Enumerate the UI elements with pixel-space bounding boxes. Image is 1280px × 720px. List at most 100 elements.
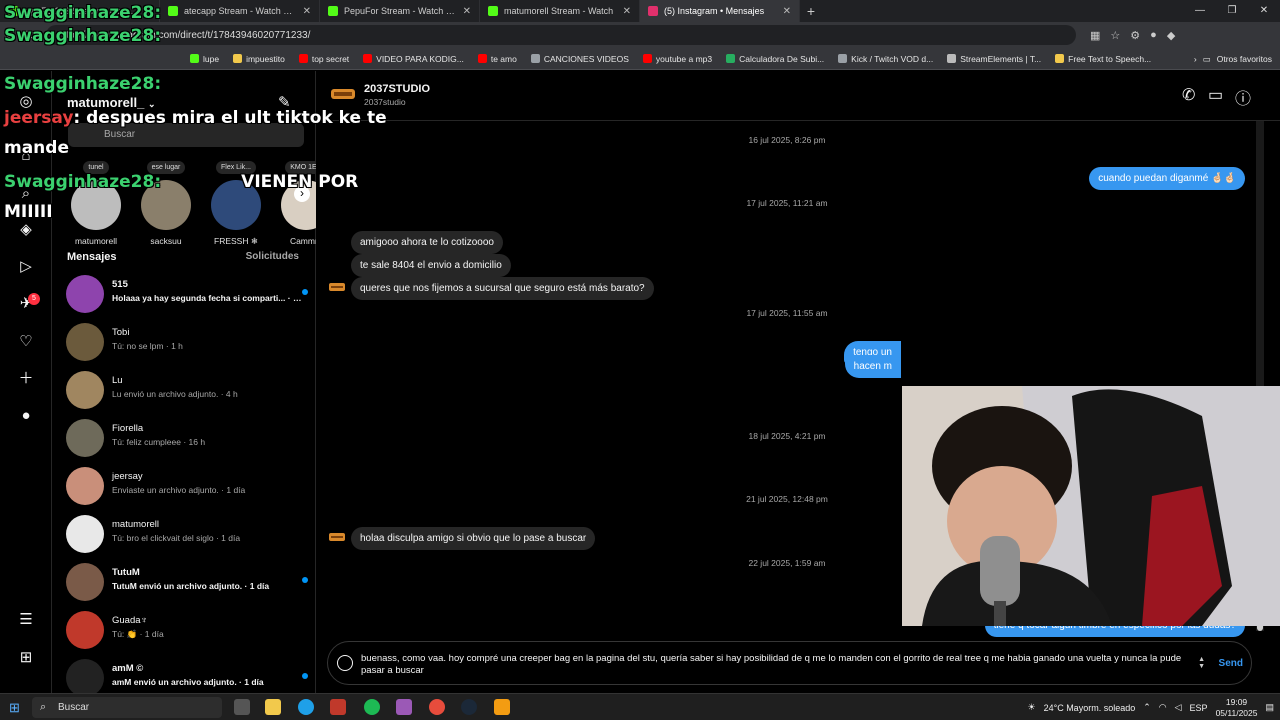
bookmark-item[interactable]: CANCIONES VIDEOS	[530, 54, 629, 64]
spotify-icon[interactable]	[364, 699, 380, 715]
bookmark-icon	[642, 54, 652, 63]
send-button[interactable]: Send	[1219, 658, 1243, 669]
wifi-icon[interactable]: ◠	[1159, 702, 1167, 713]
obs-icon[interactable]	[429, 699, 445, 715]
studio-logo-icon[interactable]	[331, 88, 355, 100]
conversation-name: TutuM	[112, 567, 140, 578]
conversation-row[interactable]: Lu Lu envió un archivo adjunto. · 4 h	[66, 369, 306, 417]
message-composer[interactable]: buenass, como vaa. hoy compré una creepe…	[327, 641, 1252, 685]
conversation-separator: ·	[163, 341, 172, 351]
taskbar-search[interactable]: ⌕ Buscar	[32, 697, 222, 718]
explore-icon[interactable]: ◈	[17, 221, 35, 239]
new-tab-button[interactable]: +	[800, 3, 822, 19]
profile-icon[interactable]: ●	[1150, 29, 1157, 42]
sender-avatar-icon[interactable]	[329, 283, 345, 291]
note-item[interactable]: ese lugar sacksuu	[136, 156, 196, 246]
tray-chevron-icon[interactable]: ⌃	[1143, 702, 1151, 713]
browser-tab[interactable]: (5) Instagram • Mensajes ✕	[640, 0, 800, 22]
close-tab-icon[interactable]: ✕	[783, 6, 791, 17]
note-item[interactable]: Flex Lik... FRESSH ❄	[206, 156, 266, 246]
bookmark-item[interactable]: impuestito	[233, 54, 285, 64]
extensions-icon[interactable]: ⚙	[1130, 29, 1140, 42]
bookmark-item[interactable]: top secret	[298, 54, 349, 64]
apps-icon[interactable]: ▦	[1090, 29, 1100, 42]
language-indicator[interactable]: ESP	[1190, 703, 1208, 713]
bookmark-item[interactable]: Free Text to Speech...	[1055, 54, 1151, 64]
bookmark-label: StreamElements | T...	[960, 53, 1042, 64]
steam-icon[interactable]	[461, 699, 477, 715]
create-icon[interactable]: ＋	[17, 370, 35, 388]
menu-icon[interactable]: ☰	[17, 611, 35, 629]
conversation-separator: ·	[180, 437, 189, 447]
emoji-icon[interactable]	[337, 655, 353, 671]
threads-icon[interactable]: ⊞	[17, 649, 35, 667]
star-icon[interactable]: ☆	[1110, 29, 1120, 42]
message-bubble-incoming[interactable]: queres que nos fijemos a sucursal que se…	[351, 277, 654, 300]
conversation-row[interactable]: TutuM TutuM envió un archivo adjunto. · 1…	[66, 561, 308, 609]
conversation-avatar	[66, 611, 104, 649]
browser-tab[interactable]: PepuFor Stream - Watch Live ✕	[320, 0, 480, 22]
more-bookmarks-icon[interactable]: ›	[1194, 54, 1197, 64]
conversation-row[interactable]: Tobi Tú: no se lpm · 1 h	[66, 321, 306, 369]
chat-name[interactable]: 2037STUDIO	[364, 83, 430, 95]
task-view-icon[interactable]	[234, 699, 250, 715]
browser-tab[interactable]: atecapp Stream - Watch Live ✕	[160, 0, 320, 22]
overlay-chat-line: MIIIII	[4, 202, 53, 222]
bookmark-item[interactable]: te amo	[477, 54, 517, 64]
conversation-row[interactable]: Guada♆ Tú: 👏 · 1 día	[66, 609, 306, 657]
profile-avatar-icon[interactable]: ●	[17, 407, 35, 425]
conversation-row[interactable]: jeersay Enviaste un archivo adjunto. · 1 …	[66, 465, 306, 513]
bookmark-item[interactable]: youtube a mp3	[642, 54, 712, 64]
conversation-row[interactable]: matumorell Tú: bro el clickvait del siglo…	[66, 513, 306, 561]
app-icon-orange[interactable]	[494, 699, 510, 715]
clock[interactable]: 19:09 05/11/2025	[1216, 697, 1258, 719]
message-bubble-outgoing[interactable]: hacen m	[844, 355, 901, 378]
browser-tab[interactable]: matumorell Stream - Watch ✕	[480, 0, 640, 22]
weather-text[interactable]: 24°C Mayorm. soleado	[1044, 703, 1136, 713]
close-tab-icon[interactable]: ✕	[463, 6, 471, 17]
capcut-icon[interactable]	[396, 699, 412, 715]
conversation-row[interactable]: Fiorella Tú: feliz cumpleee · 16 h	[66, 417, 306, 465]
requests-link[interactable]: Solicitudes	[246, 251, 299, 262]
note-item[interactable]: KMO 1ENCammm	[276, 156, 316, 246]
bookmark-item[interactable]: lupe	[190, 54, 219, 64]
message-bubble-outgoing[interactable]: cuando puedan diganmé 🤞🏻🤞🏻	[1089, 167, 1245, 190]
volume-icon[interactable]: ◁	[1175, 702, 1182, 713]
phone-icon[interactable]: ✆	[1182, 85, 1195, 105]
note-item[interactable]: tunel matumorell	[66, 156, 126, 246]
windows-start-icon[interactable]: ⊞	[9, 700, 20, 716]
sender-avatar-icon[interactable]	[329, 533, 345, 541]
window-controls: — ❐ ✕	[1184, 0, 1280, 22]
url-input[interactable]: https://www.instagram.com/direct/t/17843…	[46, 25, 1076, 45]
minimize-button[interactable]: —	[1184, 0, 1216, 22]
conversation-preview: Enviaste un archivo adjunto. · 1 día	[112, 485, 302, 495]
maximize-button[interactable]: ❐	[1216, 0, 1248, 22]
unread-dot	[302, 577, 308, 583]
tab-title: PepuFor Stream - Watch Live	[344, 6, 457, 16]
app-icon-red[interactable]	[330, 699, 346, 715]
close-tab-icon[interactable]: ✕	[303, 6, 311, 17]
heart-icon[interactable]: ♡	[17, 333, 35, 351]
bookmark-item[interactable]: Kick / Twitch VOD d...	[838, 54, 933, 64]
overlay-message: mande	[4, 138, 69, 158]
video-call-icon[interactable]: ▭	[1208, 85, 1223, 105]
reels-icon[interactable]: ▷	[17, 258, 35, 276]
message-bubble-incoming[interactable]: holaa disculpa amigo si obvio que lo pas…	[351, 527, 596, 550]
close-window-button[interactable]: ✕	[1248, 0, 1280, 22]
conversation-preview-text: Tú: feliz cumpleee	[112, 437, 181, 447]
message-input[interactable]: buenass, como vaa. hoy compré una creepe…	[361, 653, 1191, 677]
message-bubble-incoming[interactable]: te sale 8404 el envio a domicilio	[351, 254, 511, 277]
info-icon[interactable]: ⓘ	[1235, 85, 1251, 109]
overlay-message: VIENEN POR	[241, 172, 359, 192]
copilot-icon[interactable]: ◆	[1167, 29, 1175, 42]
edge-icon[interactable]	[298, 699, 314, 715]
notifications-icon[interactable]: ▤	[1265, 702, 1274, 713]
file-explorer-icon[interactable]	[265, 699, 281, 715]
message-bubble-incoming[interactable]: amigooo ahora te lo cotizoooo	[351, 231, 503, 254]
other-favorites[interactable]: Otros favoritos	[1217, 54, 1272, 64]
bookmark-item[interactable]: StreamElements | T...	[947, 54, 1041, 64]
close-tab-icon[interactable]: ✕	[623, 6, 631, 17]
conversation-row[interactable]: 515 Holaaa ya hay segunda fecha si compar…	[66, 273, 308, 321]
bookmark-item[interactable]: Calculadora De Subi...	[726, 54, 824, 64]
bookmark-item[interactable]: VIDEO PARA KODIG...	[363, 54, 464, 64]
